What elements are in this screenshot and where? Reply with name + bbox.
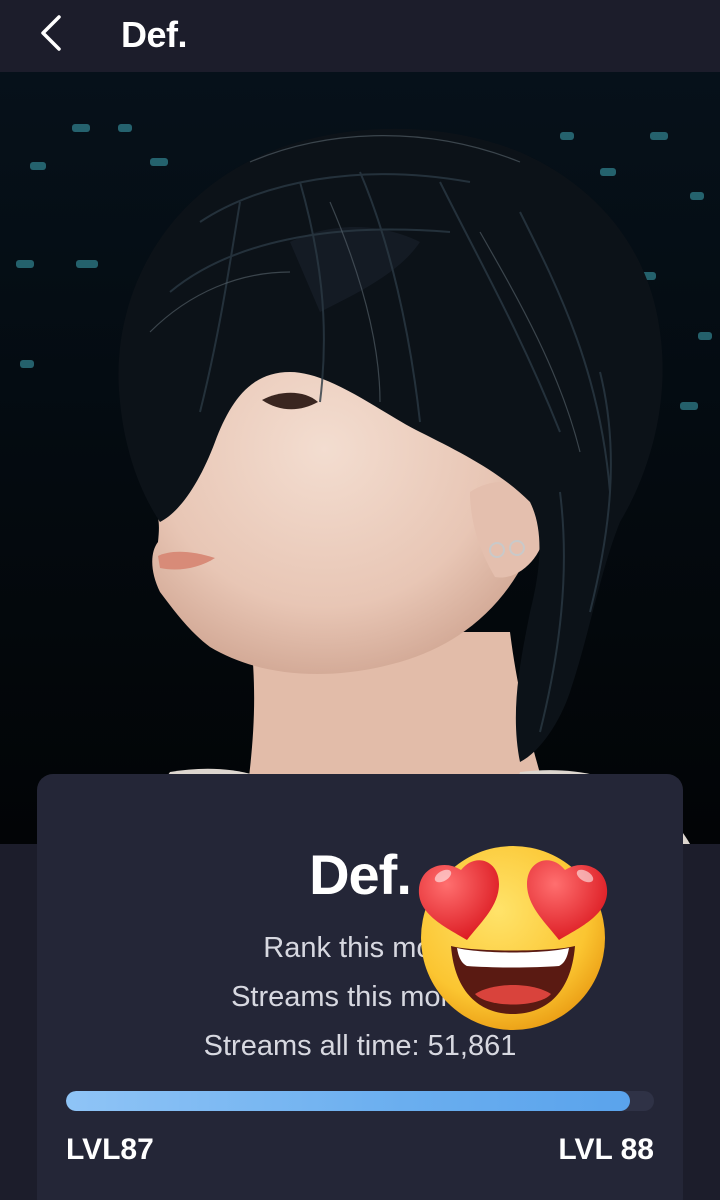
current-level-label: LVL87 — [66, 1133, 154, 1166]
top-app-bar: Def. — [0, 0, 720, 72]
page-title: Def. — [121, 14, 188, 55]
heart-eyes-emoji-icon — [413, 836, 613, 1036]
background-strip — [0, 844, 37, 1200]
level-progress-bar — [66, 1091, 654, 1111]
next-level-label: LVL 88 — [558, 1133, 654, 1166]
artist-photo — [0, 72, 720, 844]
artist-stats-screen: Def. Def. Rank this mont Streams this mo… — [0, 0, 720, 1200]
chevron-left-icon — [41, 15, 61, 51]
level-progress-fill — [66, 1091, 631, 1111]
back-button[interactable] — [26, 8, 76, 58]
